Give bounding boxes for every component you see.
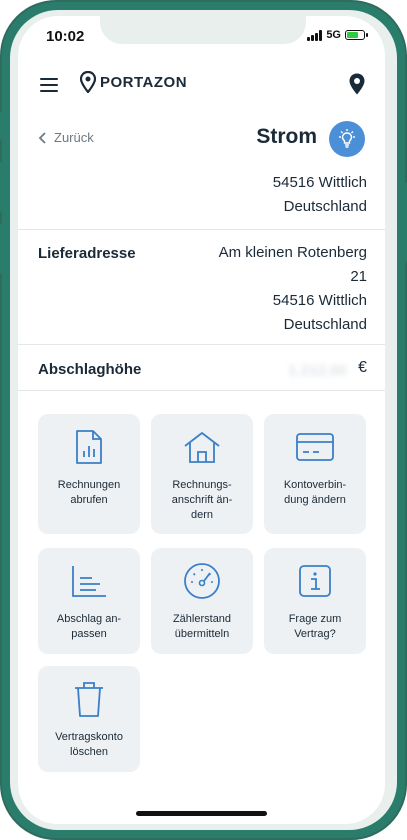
tile-label: Rechnungen abrufen — [57, 479, 121, 506]
gauge-icon — [183, 563, 221, 599]
tile-label: Zählerstand übermitteln — [172, 613, 232, 640]
network-label: 5G — [326, 29, 341, 41]
billing-address-line: 54516 Wittlich — [272, 174, 367, 191]
logo-pin-icon — [80, 71, 96, 93]
invoice-chart-icon — [75, 430, 103, 464]
divider — [18, 390, 385, 391]
tile-bank-account[interactable]: Kontoverbin- dung ändern — [264, 414, 366, 534]
chevron-left-icon — [38, 131, 46, 144]
tile-label: Kontoverbin- dung ändern — [283, 479, 347, 506]
location-pin-icon[interactable] — [349, 73, 365, 100]
lightbulb-icon — [339, 129, 355, 148]
side-button-volume-up — [0, 162, 2, 212]
credit-card-icon — [295, 430, 335, 464]
side-button-mute — [0, 112, 2, 140]
tile-meter-reading[interactable]: Zählerstand übermitteln — [151, 548, 253, 654]
tile-billing-address[interactable]: Rechnungs- anschrift än- dern — [151, 414, 253, 534]
tile-delete-account[interactable]: Vertragskonto löschen — [38, 666, 140, 772]
delivery-address: Am kleinen Rotenberg 21 54516 Wittlich D… — [219, 241, 367, 337]
hamburger-menu-icon[interactable] — [40, 78, 58, 92]
house-icon — [182, 430, 222, 464]
bulb-badge — [329, 121, 365, 157]
status-time: 10:02 — [46, 28, 85, 45]
page-title: Strom — [256, 125, 317, 148]
battery-icon — [345, 30, 368, 40]
signal-icon — [307, 29, 323, 41]
bar-list-icon — [70, 564, 108, 598]
delivery-address-label: Lieferadresse — [38, 245, 136, 262]
tile-adjust-installment[interactable]: Abschlag an- passen — [38, 548, 140, 654]
trash-icon — [72, 682, 106, 717]
tile-contract-question[interactable]: Frage zum Vertrag? — [264, 548, 366, 654]
notch — [100, 16, 306, 44]
status-indicators: 5G — [307, 29, 368, 41]
delivery-address-line: 54516 Wittlich — [272, 292, 367, 309]
logo-text: PORTAZON — [100, 73, 188, 91]
divider — [18, 229, 385, 230]
logo[interactable]: PORTAZON — [80, 71, 187, 93]
back-button[interactable]: Zurück — [38, 130, 94, 145]
info-icon — [298, 564, 332, 598]
home-indicator[interactable] — [136, 811, 267, 816]
installment-label: Abschlaghöhe — [38, 361, 142, 378]
delivery-address-line: Deutschland — [283, 316, 367, 333]
side-button-volume-down — [0, 224, 2, 274]
screen: 10:02 5G PORTAZON Zurück Strom 54516 Wit… — [18, 16, 385, 824]
delivery-address-line: 21 — [350, 268, 367, 285]
delivery-address-line: Am kleinen Rotenberg — [218, 244, 367, 261]
currency-symbol: € — [358, 359, 367, 376]
tile-label: Rechnungs- anschrift än- dern — [171, 479, 233, 521]
tile-invoices[interactable]: Rechnungen abrufen — [38, 414, 140, 534]
installment-value: 1.212,00 — [288, 362, 347, 378]
tile-label: Vertragskonto löschen — [55, 731, 123, 758]
tile-label: Frage zum Vertrag? — [288, 613, 342, 640]
divider — [18, 344, 385, 345]
billing-address-line: Deutschland — [283, 198, 367, 215]
tile-label: Abschlag an- passen — [56, 613, 122, 640]
back-label: Zurück — [54, 130, 94, 145]
billing-address: 54516 Wittlich Deutschland — [273, 171, 367, 219]
